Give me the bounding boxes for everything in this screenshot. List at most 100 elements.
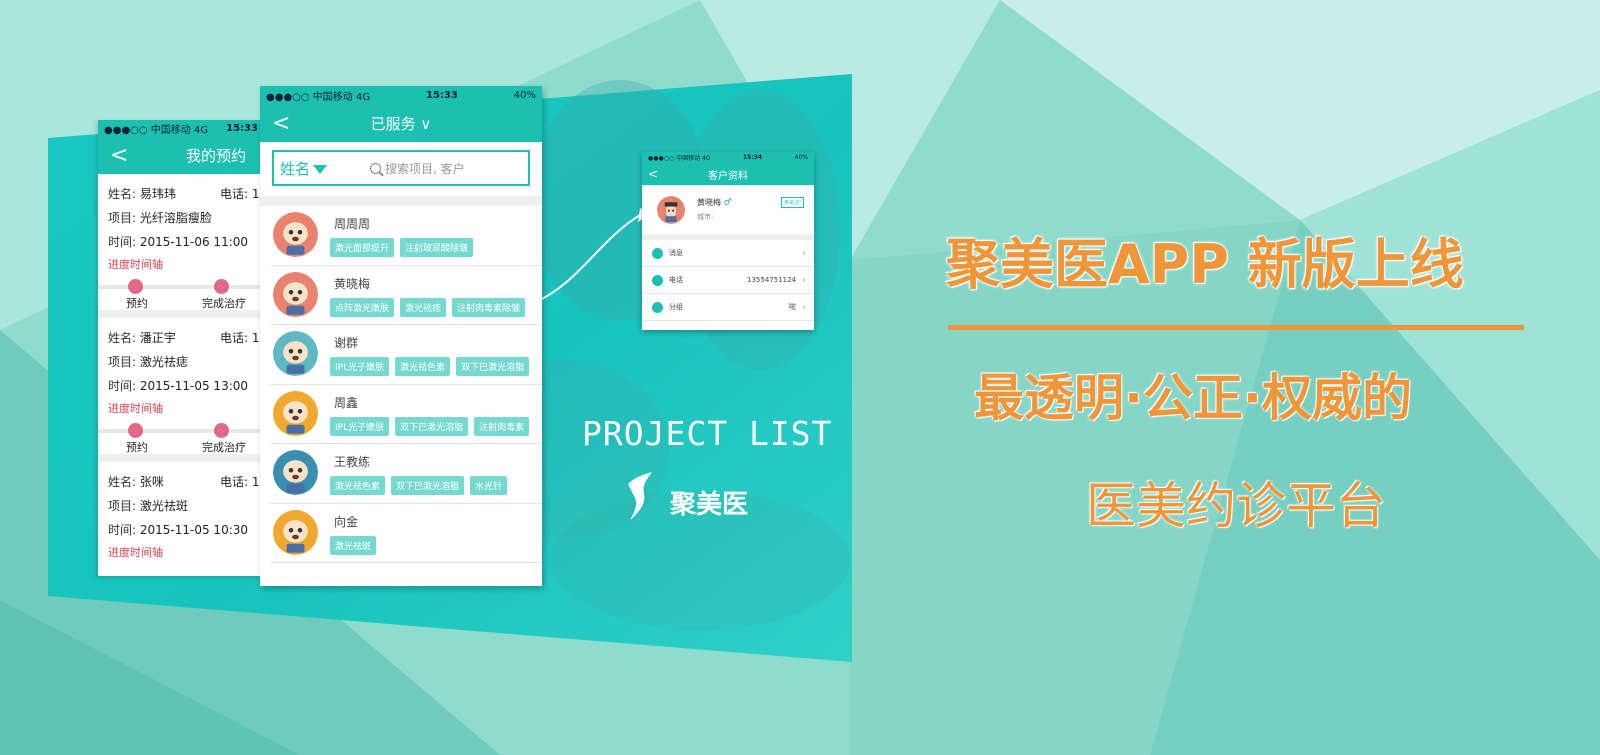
carrier-label: ●●●○○ 中国移动 4G (648, 155, 711, 162)
battery-level: 40% (794, 154, 808, 161)
service-tag: 激光祛痣 (400, 297, 447, 317)
appointment-card[interactable]: 姓名: 易玮玮 电话: 1 项目: 光纤溶脂瘦脸 时间: 2015-11-06 … (98, 174, 264, 318)
name-label: 姓名: (108, 331, 137, 345)
animal-avatar-icon (273, 509, 318, 555)
phone-label: 电话: 1 (220, 187, 260, 201)
phone-icon (652, 274, 663, 286)
service-tags: 激光祛斑 (330, 535, 377, 555)
headline-subtitle-2: 医美约诊平台 (1086, 477, 1386, 535)
follow-badge[interactable]: 未关注! (780, 197, 804, 208)
appointment-navbar: < 我的预约 (98, 136, 264, 174)
service-tag: IPL光子嫩肤 (330, 357, 390, 376)
brand-name: 聚美医 (670, 490, 749, 520)
time-label: 时间: (108, 379, 137, 393)
client-list: 周周周 激光面部提升 注射玻尿酸除皱黄晓梅点阵激光嫩肤 激光祛痣 注射肉毒素除皱谢群 IP… (260, 206, 542, 563)
animal-avatar-icon (273, 331, 318, 376)
step-booked: 预约 (126, 297, 148, 310)
client-row[interactable]: 向金 激光祛斑 (270, 504, 542, 563)
service-tags: IPL光子嫩肤 双下巴激光溶脂 注射肉毒素 (330, 416, 530, 436)
animal-avatar-icon (273, 271, 318, 317)
chevron-right-icon: › (802, 274, 806, 286)
row-label: 消息 (669, 249, 683, 257)
served-navbar: < 已服务 ∨ (260, 104, 542, 142)
appointment-screen: ●●●○○ 中国移动 4G 15:33 < 我的预约 姓名: 易玮玮 电话: 1… (98, 120, 264, 576)
service-tag: 双下巴激光溶脂 (391, 476, 465, 495)
dog-avatar-icon (657, 196, 685, 224)
item-value: 光纤溶脂瘦脸 (139, 211, 212, 225)
filter-title-dropdown[interactable]: 已服务 ∨ (260, 113, 542, 134)
service-tag: 双下巴激光溶脂 (395, 416, 469, 436)
profile-row-message[interactable]: 消息 › (642, 240, 814, 267)
timeline-dot (128, 423, 143, 438)
back-button[interactable]: < (98, 143, 138, 168)
client-row[interactable]: 黄晓梅点阵激光嫩肤 激光祛痣 注射肉毒素除皱 (270, 266, 542, 325)
progress-timeline: 预约 完成治疗 (98, 420, 264, 454)
service-tag: 激光祛斑 (330, 535, 377, 555)
chevron-right-icon: › (802, 247, 806, 259)
client-name: 周鑫 (334, 395, 359, 410)
service-tag: 点阵激光嫩肤 (330, 297, 395, 317)
profile-navbar: < 客户资料 (642, 163, 814, 185)
timeline-dot (214, 279, 229, 294)
client-name: 黄晓梅 (334, 276, 371, 291)
project-list-title: PROJECT LIST (582, 414, 833, 453)
item-value: 激光祛斑 (139, 499, 188, 513)
client-row[interactable]: 谢群 IPL光子嫩肤 激光祛色素 双下巴激光溶脂 (270, 325, 542, 385)
service-tag: 激光祛色素 (395, 357, 451, 376)
service-tag: 注射玻尿酸除皱 (400, 238, 474, 257)
profile-row-group[interactable]: 分组 啦 › (642, 294, 814, 321)
headline-divider (948, 325, 1524, 330)
row-label: 分组 (669, 303, 683, 311)
timeline-dot (128, 279, 143, 294)
battery-level: 40% (513, 89, 536, 101)
service-tag: 双下巴激光溶脂 (456, 357, 530, 376)
profile-row-phone[interactable]: 电话 13554751124 › (642, 267, 814, 294)
timeline-title: 进度时间轴 (108, 546, 163, 559)
row-value: 13554751124 (747, 276, 796, 284)
client-row[interactable]: 周鑫 IPL光子嫩肤 双下巴激光溶脂 注射肉毒素 (270, 385, 542, 444)
time-value: 2015-11-05 13:00 (139, 379, 249, 393)
service-tags: 点阵激光嫩肤 激光祛痣 注射肉毒素除皱 (330, 297, 526, 317)
item-label: 项目: (108, 355, 137, 369)
name-label: 姓名: (108, 475, 137, 489)
client-row[interactable]: 王教练 激光祛色素 双下巴激光溶脂 水光针 (270, 444, 542, 504)
timeline-title: 进度时间轴 (108, 258, 163, 271)
search-field-select[interactable]: 姓名 (274, 158, 370, 179)
time-value: 2015-11-06 11:00 (139, 235, 249, 249)
service-tags: 激光面部提升 注射玻尿酸除皱 (330, 238, 474, 257)
profile-name: 黄晓梅 ♂ (697, 197, 732, 208)
item-label: 项目: (108, 211, 137, 225)
client-row[interactable]: 周周周 激光面部提升 注射玻尿酸除皱 (270, 206, 542, 266)
status-time: 15:33 (226, 122, 258, 134)
status-time: 15:34 (743, 154, 763, 161)
profile-name-text: 黄晓梅 (697, 198, 721, 207)
client-name: 易玮玮 (139, 187, 176, 201)
search-input[interactable]: 搜索项目, 客户 (370, 160, 465, 177)
status-bar: ●●●○○ 中国移动 4G 15:33 40% (260, 86, 542, 104)
status-bar: ●●●○○ 中国移动 4G 15:33 (98, 120, 264, 136)
animal-avatar-icon (273, 390, 318, 436)
appointment-card[interactable]: 姓名: 张咪 电话: 1 项目: 激光祛斑 时间: 2015-11-05 10:… (98, 462, 264, 564)
service-tag: 注射肉毒素 (474, 416, 530, 436)
name-label: 姓名: (108, 187, 137, 201)
headline-title: 聚美医APP 新版上线 (946, 233, 1464, 296)
client-name: 潘正宇 (139, 331, 176, 345)
carrier-label: ●●●○○ 中国移动 4G (104, 124, 209, 136)
search-area: 姓名 搜索项目, 客户 (260, 142, 542, 206)
service-tag: IPL光子嫩肤 (330, 416, 390, 436)
step-completed: 完成治疗 (202, 297, 246, 310)
search-box[interactable]: 姓名 搜索项目, 客户 (272, 150, 530, 186)
item-value: 激光祛痣 (139, 355, 188, 369)
time-value: 2015-11-05 10:30 (139, 523, 249, 537)
search-placeholder: 搜索项目, 客户 (385, 161, 465, 176)
back-button[interactable]: < (642, 167, 682, 181)
client-name: 张咪 (139, 475, 164, 489)
appointment-card[interactable]: 姓名: 潘正宇 电话: 1 项目: 激光祛痣 时间: 2015-11-05 13… (98, 318, 264, 462)
male-icon: ♂ (723, 198, 732, 208)
group-icon (652, 301, 663, 313)
service-tag: 激光面部提升 (330, 238, 395, 257)
step-booked: 预约 (126, 441, 148, 454)
service-tags: 激光祛色素 双下巴激光溶脂 水光针 (330, 476, 508, 495)
search-icon (370, 162, 381, 174)
status-time: 15:33 (426, 89, 458, 101)
